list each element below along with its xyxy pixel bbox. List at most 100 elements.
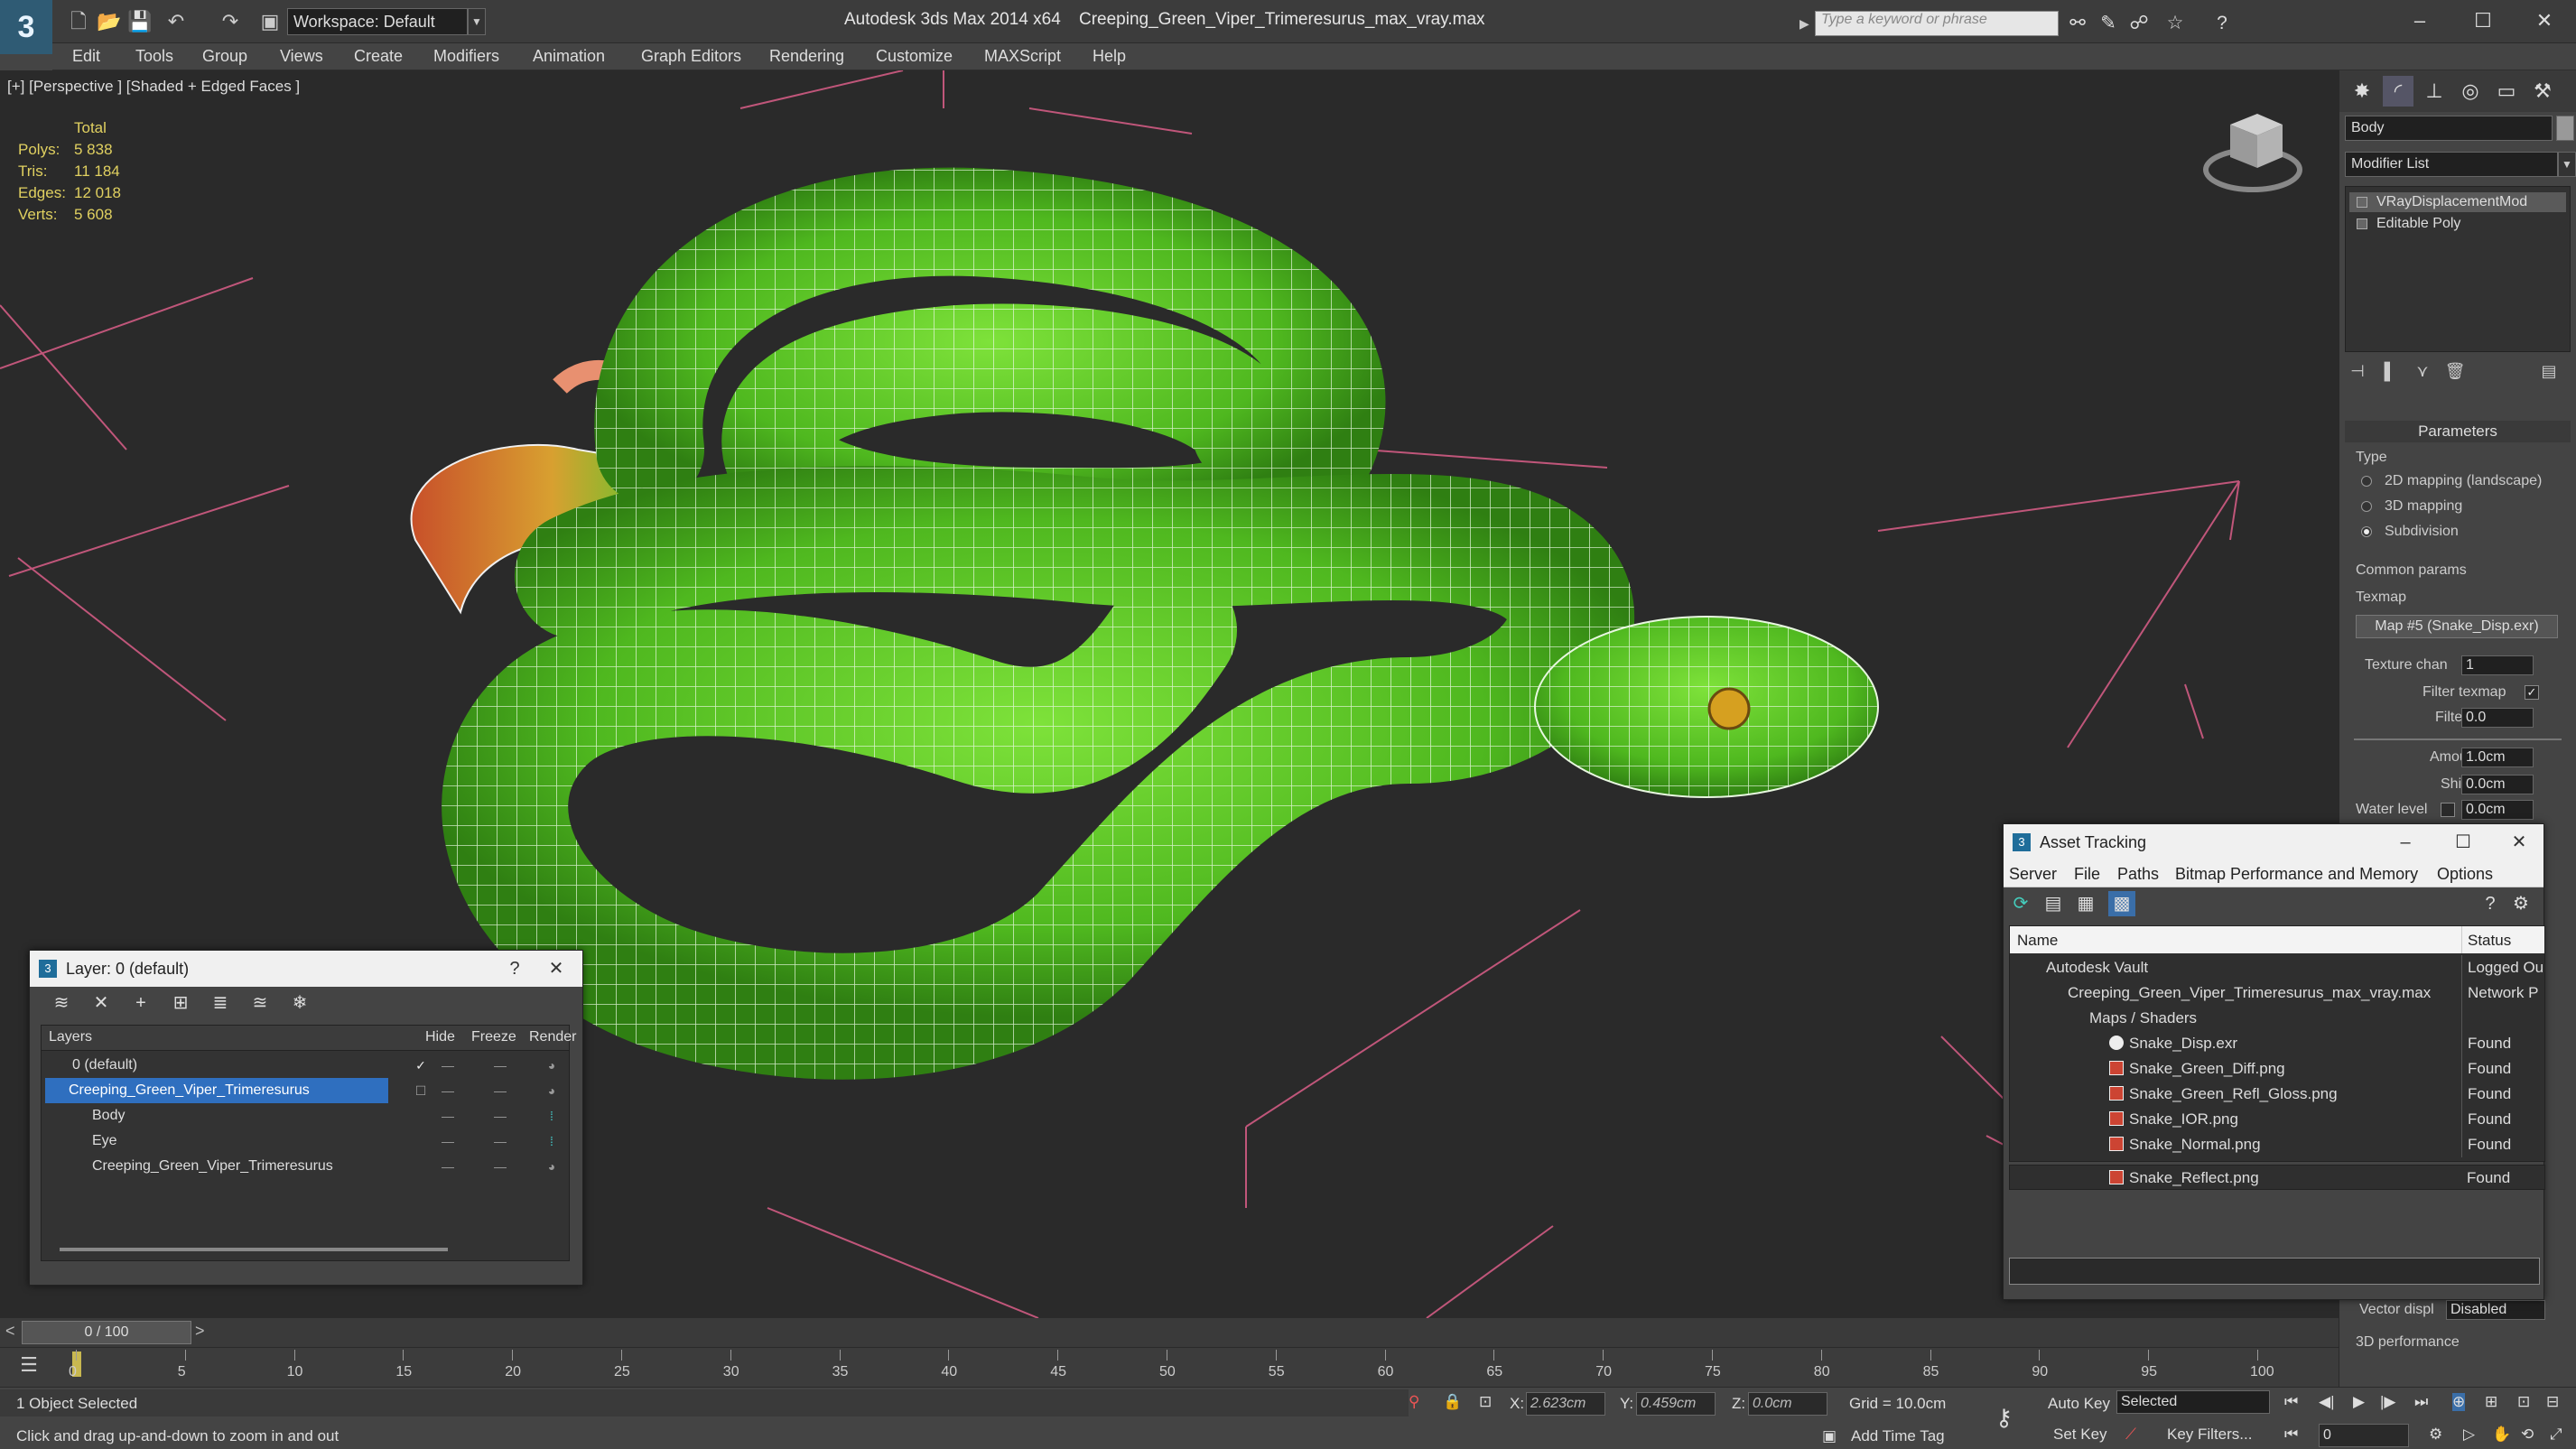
time-slider[interactable]: < 0 / 100 > [0, 1318, 2339, 1347]
create-tab-icon[interactable]: ✸ [2347, 76, 2377, 107]
set-key-button[interactable]: Set Key [2053, 1426, 2107, 1444]
asset-menu-server[interactable]: Server [2009, 865, 2057, 884]
asset-minimize-button[interactable]: – [2383, 824, 2428, 860]
menu-views[interactable]: Views [280, 47, 323, 66]
menu-create[interactable]: Create [354, 47, 403, 66]
add-time-tag-icon[interactable]: ▣ [1822, 1427, 1837, 1445]
column-name[interactable]: Name [2017, 932, 2058, 950]
menu-group[interactable]: Group [202, 47, 247, 66]
table-view-icon[interactable]: ▩ [2108, 891, 2135, 916]
vector-disp-dropdown[interactable]: Disabled [2446, 1300, 2545, 1320]
close-button[interactable]: ✕ [2513, 0, 2576, 42]
texmap-button[interactable]: Map #5 (Snake_Disp.exr) [2356, 615, 2558, 638]
z-coordinate-field[interactable]: 0.0cm [1748, 1392, 1827, 1416]
field-of-view-icon[interactable]: ▷ [2463, 1426, 2475, 1444]
menu-help[interactable]: Help [1093, 47, 1126, 66]
asset-help-icon[interactable]: ? [2477, 891, 2504, 916]
subscription-icon[interactable]: ✎ [2095, 11, 2122, 36]
chevron-down-icon[interactable]: ▼ [2558, 152, 2576, 177]
add-time-tag[interactable]: Add Time Tag [1851, 1427, 1945, 1445]
current-frame-field[interactable]: 0 [2319, 1424, 2409, 1447]
absolute-mode-icon[interactable]: ⊡ [1479, 1393, 1492, 1411]
freeze-toggle[interactable]: — [482, 1154, 518, 1179]
time-configuration-icon[interactable]: ⚙ [2429, 1426, 2442, 1444]
freeze-toggle[interactable]: — [482, 1053, 518, 1078]
column-status[interactable]: Status [2461, 926, 2511, 953]
stack-item-vray-displacement[interactable]: VRayDisplacementMod [2349, 192, 2566, 212]
help-icon[interactable]: ? [2209, 11, 2236, 36]
hide-toggle[interactable]: — [430, 1053, 466, 1078]
maxscript-listener[interactable] [0, 1389, 1409, 1416]
set-key-icon[interactable]: ⟋ [2125, 1426, 2136, 1444]
horizontal-scrollbar[interactable] [60, 1248, 448, 1251]
asset-menu-file[interactable]: File [2074, 865, 2100, 884]
add-to-layer-icon[interactable]: + [127, 990, 154, 1016]
highlight-layer-icon[interactable]: ≣ [207, 990, 234, 1016]
hide-toggle[interactable]: — [430, 1154, 466, 1179]
list-view-icon[interactable]: ▤ [2040, 891, 2067, 916]
zoom-all-icon[interactable]: ⊞ [2485, 1393, 2497, 1411]
binoculars-icon[interactable]: ⚯ [2064, 11, 2091, 36]
communication-icon[interactable]: ☍ [2125, 11, 2153, 36]
menu-modifiers[interactable]: Modifiers [433, 47, 499, 66]
play-icon[interactable]: ▶ [2353, 1393, 2365, 1411]
asset-row-file[interactable]: Snake_Green_Refl_Gloss.png Found [2010, 1082, 2544, 1107]
layer-row-body[interactable]: Body — — ⁞ [42, 1103, 569, 1129]
render-dots-icon[interactable]: ⁞ [534, 1129, 570, 1154]
layer-row-viper-object[interactable]: Creeping_Green_Viper_Trimeresurus — — ◕ [42, 1154, 569, 1179]
hide-toggle[interactable]: — [430, 1103, 466, 1129]
layer-row-eye[interactable]: Eye — — ⁞ [42, 1129, 569, 1154]
asset-close-button[interactable]: ✕ [2497, 824, 2542, 860]
x-coordinate-field[interactable]: 2.623cm [1526, 1392, 1605, 1416]
freeze-toggle[interactable]: — [482, 1078, 518, 1103]
zoom-extents-all-icon[interactable]: ⊟ [2546, 1393, 2559, 1411]
display-tab-icon[interactable]: ▭ [2491, 76, 2522, 107]
menu-rendering[interactable]: Rendering [769, 47, 844, 66]
remove-modifier-icon[interactable]: 🗑 [2442, 359, 2468, 383]
stack-item-editable-poly[interactable]: Editable Poly [2349, 214, 2566, 234]
render-teapot-icon[interactable]: ◕ [534, 1154, 570, 1179]
water-level-checkbox[interactable] [2441, 803, 2455, 817]
layer-row-default[interactable]: 0 (default) ✓ — — ◕ [42, 1053, 569, 1078]
asset-row-file[interactable]: Snake_Green_Diff.png Found [2010, 1056, 2544, 1082]
next-frame-icon[interactable]: |▶ [2380, 1393, 2396, 1411]
create-layer-icon[interactable]: ≋ [48, 990, 75, 1016]
key-mode-toggle-icon[interactable]: ⏮ [2284, 1426, 2298, 1444]
isolate-selection-icon[interactable]: ⚲ [1409, 1393, 1419, 1411]
pan-view-icon[interactable]: ✋ [2492, 1426, 2511, 1444]
filter-texmap-checkbox[interactable]: ✓ [2525, 685, 2539, 700]
freeze-all-layers-icon[interactable]: ❄ [286, 990, 313, 1016]
workspace-dropdown-icon[interactable]: ▼ [468, 8, 486, 35]
hide-toggle[interactable]: — [430, 1129, 466, 1154]
asset-row-vault[interactable]: Autodesk Vault Logged Ou [2010, 955, 2544, 980]
motion-tab-icon[interactable]: ◎ [2455, 76, 2486, 107]
hierarchy-tab-icon[interactable]: ⊥ [2419, 76, 2450, 107]
new-file-icon[interactable]: 🗋 [65, 9, 92, 34]
search-input[interactable]: Type a keyword or phrase [1815, 11, 2059, 36]
time-slider-thumb[interactable]: 0 / 100 [22, 1321, 191, 1344]
asset-row-file[interactable]: Snake_Normal.png Found [2010, 1132, 2544, 1157]
asset-row-file-extra[interactable]: Snake_Reflect.png Found [2009, 1165, 2545, 1190]
make-unique-icon[interactable]: ⋎ [2410, 359, 2435, 383]
select-in-layer-icon[interactable]: ⊞ [167, 990, 194, 1016]
open-file-icon[interactable]: 📂 [96, 9, 123, 34]
favorites-star-icon[interactable]: ☆ [2162, 11, 2189, 36]
radio-2d-mapping[interactable] [2361, 476, 2372, 487]
previous-frame-icon[interactable]: ◀| [2319, 1393, 2335, 1411]
time-prev-icon[interactable]: < [5, 1322, 15, 1341]
parameters-rollout[interactable]: Parameters [2345, 421, 2571, 442]
asset-row-file[interactable]: Snake_IOR.png Found [2010, 1107, 2544, 1132]
menu-maxscript[interactable]: MAXScript [984, 47, 1061, 66]
refresh-icon[interactable]: ⟳ [2007, 891, 2034, 916]
hide-toggle[interactable]: — [430, 1078, 466, 1103]
maximize-viewport-icon[interactable]: ⤢ [2550, 1426, 2562, 1444]
mini-curve-editor-icon[interactable]: ☰ [4, 1353, 54, 1382]
shift-spinner[interactable]: 0.0cm [2461, 775, 2534, 794]
maximize-button[interactable]: ☐ [2451, 0, 2515, 42]
light-bulb-icon[interactable] [2357, 197, 2367, 208]
asset-row-maps[interactable]: Maps / Shaders [2010, 1006, 2544, 1031]
layer-help-button[interactable]: ? [492, 951, 537, 987]
viewport-label[interactable]: [+] [Perspective ] [Shaded + Edged Faces… [7, 78, 300, 96]
modifier-list-dropdown[interactable]: Modifier List [2345, 152, 2558, 177]
radio-subdivision[interactable] [2361, 526, 2372, 537]
